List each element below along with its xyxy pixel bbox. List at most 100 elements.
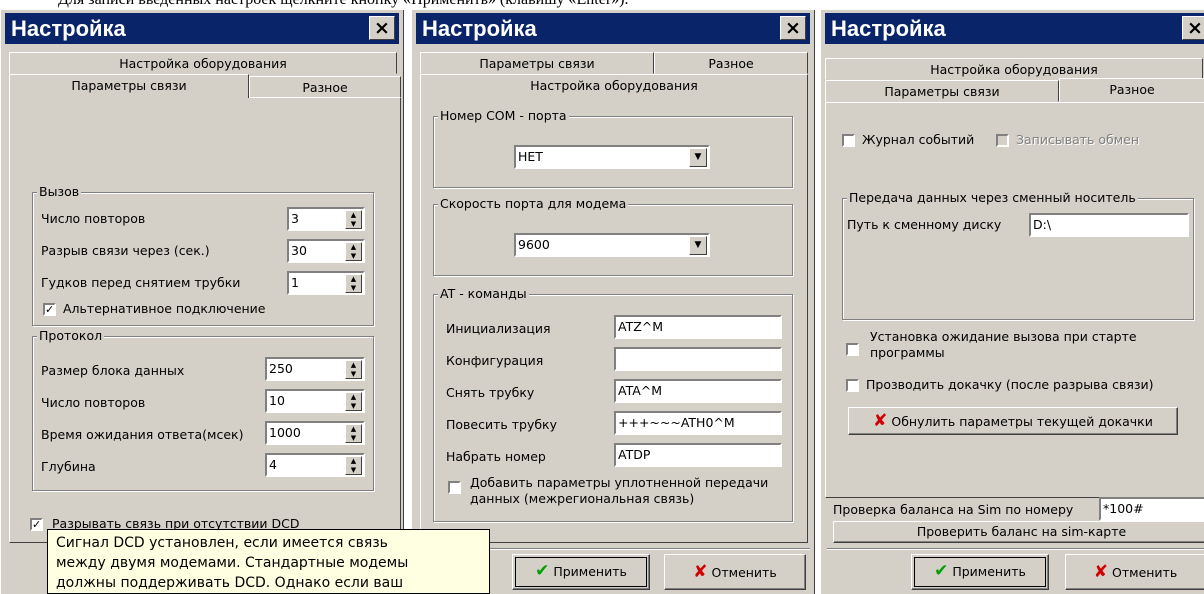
cancel-button[interactable]: ✘ Отменить xyxy=(664,554,806,590)
window-title: Настройка xyxy=(422,16,537,41)
balance-number-input[interactable]: *100# xyxy=(1099,497,1204,521)
at-commands-group-label: AT - команды xyxy=(438,286,529,302)
init-input[interactable]: ATZ^M xyxy=(614,315,782,339)
tab-misc[interactable]: Разное xyxy=(249,76,401,98)
tooltip-line: между двумя модемами. Стандартные модемы xyxy=(56,555,409,571)
config-label: Конфигурация xyxy=(446,353,544,368)
tab-panel: Журнал событий Записывать обмен Передача… xyxy=(825,102,1204,498)
spinner-arrows-icon[interactable]: ▲ ▼ xyxy=(345,274,362,293)
reset-resume-button[interactable]: ✘ Обнулить параметры текущей докачки xyxy=(848,407,1178,435)
close-icon: × xyxy=(785,17,801,39)
apply-button[interactable]: ✔ Применить xyxy=(512,554,650,590)
tab-equipment[interactable]: Настройка оборудования xyxy=(9,52,397,74)
path-label: Путь к сменному диску xyxy=(847,217,1002,232)
block-size-value: 250 xyxy=(269,361,293,376)
tab-misc[interactable]: Разное xyxy=(1059,78,1204,102)
tab-panel: Вызов Число повторов 3 ▲ ▼ Разрыв связи ч… xyxy=(9,97,401,543)
com-port-select[interactable]: НЕТ ▼ xyxy=(514,145,710,169)
com-port-group-label: Номер COM - порта xyxy=(438,108,569,124)
port-speed-group: Скорость порта для модема 9600 ▼ xyxy=(433,196,793,276)
dial-input[interactable]: ATDP xyxy=(614,443,782,467)
retries-spinner[interactable]: 3 ▲ ▼ xyxy=(287,207,365,231)
tab-connection[interactable]: Параметры связи xyxy=(9,74,249,98)
alt-connect-checkbox[interactable]: ✓ xyxy=(43,303,56,316)
call-group: Вызов Число повторов 3 ▲ ▼ Разрыв связи ч… xyxy=(32,184,374,326)
balance-label: Проверка баланса на Sim по номеру xyxy=(833,502,1074,517)
close-icon: × xyxy=(374,17,390,39)
x-icon: ✘ xyxy=(693,562,708,582)
dcd-tooltip: Сигнал DCD установлен, если имеется связ… xyxy=(47,529,490,594)
port-speed-group-label: Скорость порта для модема xyxy=(438,196,629,212)
disconnect-value: 30 xyxy=(291,243,307,258)
spinner-arrows-icon[interactable]: ▲ ▼ xyxy=(345,424,362,443)
close-button[interactable]: × xyxy=(1182,16,1204,40)
close-button[interactable]: × xyxy=(780,16,806,40)
pickup-label: Снять трубку xyxy=(446,385,535,400)
tab-misc[interactable]: Разное xyxy=(654,52,808,74)
alt-connect-label: Альтернативное подключение xyxy=(63,301,266,316)
spinner-arrows-icon[interactable]: ▲ ▼ xyxy=(345,456,362,475)
rings-value: 1 xyxy=(291,275,299,290)
port-speed-select[interactable]: 9600 ▼ xyxy=(514,233,710,257)
tab-panel: Номер COM - порта НЕТ ▼ Скорость порта д… xyxy=(420,97,808,543)
config-input[interactable] xyxy=(614,347,782,371)
wait-call-label-line1: Установка ожидание вызова при старте xyxy=(870,329,1137,344)
block-size-spinner[interactable]: 250 ▲ ▼ xyxy=(265,357,365,381)
apply-label: Применить xyxy=(952,564,1026,579)
cancel-button[interactable]: ✘ Отменить xyxy=(1065,554,1204,590)
reset-resume-label: Обнулить параметры текущей докачки xyxy=(891,414,1153,429)
disconnect-spinner[interactable]: 30 ▲ ▼ xyxy=(287,239,365,263)
tab-connection[interactable]: Параметры связи xyxy=(825,80,1059,102)
depth-value: 4 xyxy=(269,457,277,472)
spinner-arrows-icon[interactable]: ▲ ▼ xyxy=(345,210,362,229)
com-port-group: Номер COM - порта НЕТ ▼ xyxy=(433,108,793,188)
record-exchange-checkbox xyxy=(996,134,1009,147)
disconnect-label: Разрыв связи через (сек.) xyxy=(41,243,210,258)
proto-retries-spinner[interactable]: 10 ▲ ▼ xyxy=(265,389,365,413)
cancel-label: Отменить xyxy=(711,565,777,580)
timeout-spinner[interactable]: 1000 ▲ ▼ xyxy=(265,421,365,445)
settings-window-equipment: Настройка × Параметры связи Разное Настр… xyxy=(411,10,815,594)
chevron-down-icon[interactable]: ▼ xyxy=(689,236,707,255)
timeout-value: 1000 xyxy=(269,425,301,440)
cancel-label: Отменить xyxy=(1112,565,1178,580)
close-icon: × xyxy=(1187,17,1203,39)
rings-label: Гудков перед снятием трубки xyxy=(41,275,241,290)
spinner-arrows-icon[interactable]: ▲ ▼ xyxy=(345,242,362,261)
check-balance-button[interactable]: Проверить баланс на sim-карте xyxy=(833,521,1204,543)
com-port-value: НЕТ xyxy=(518,149,543,164)
init-label: Инициализация xyxy=(446,321,551,336)
apply-button[interactable]: ✔ Применить xyxy=(911,554,1049,590)
tab-equipment[interactable]: Настройка оборудования xyxy=(825,58,1203,80)
dcd-checkbox[interactable]: ✓ xyxy=(30,518,43,531)
spinner-arrows-icon[interactable]: ▲ ▼ xyxy=(345,392,362,411)
event-log-checkbox[interactable] xyxy=(842,134,855,147)
depth-spinner[interactable]: 4 ▲ ▼ xyxy=(265,453,365,477)
hangup-input[interactable]: +++~~~ATH0^M xyxy=(614,411,782,435)
proto-retries-value: 10 xyxy=(269,393,285,408)
depth-label: Глубина xyxy=(41,459,96,474)
pickup-input[interactable]: ATA^M xyxy=(614,379,782,403)
event-log-label: Журнал событий xyxy=(862,132,975,147)
settings-window-connection: Настройка × Настройка оборудования Парам… xyxy=(0,10,404,594)
wait-call-checkbox[interactable] xyxy=(846,343,859,356)
spinner-arrows-icon[interactable]: ▲ ▼ xyxy=(345,360,362,379)
timeout-label: Время ожидания ответа(мсек) xyxy=(41,427,244,442)
resume-checkbox[interactable] xyxy=(846,379,859,392)
check-icon: ✔ xyxy=(934,561,949,581)
close-button[interactable]: × xyxy=(369,16,395,40)
at-commands-group: AT - команды Инициализация ATZ^M Конфигу… xyxy=(433,286,793,522)
retries-label: Число повторов xyxy=(41,211,146,226)
dial-label: Набрать номер xyxy=(446,449,546,464)
path-input[interactable]: D:\ xyxy=(1029,213,1189,237)
tooltip-line: должны поддерживать DCD. Однако если ваш xyxy=(56,575,404,591)
chevron-down-icon[interactable]: ▼ xyxy=(689,148,707,167)
tab-connection[interactable]: Параметры связи xyxy=(420,52,654,74)
tab-equipment[interactable]: Настройка оборудования xyxy=(420,74,808,98)
rings-spinner[interactable]: 1 ▲ ▼ xyxy=(287,271,365,295)
removable-media-group-label: Передача данных через сменный носитель xyxy=(847,190,1138,206)
title-bar: Настройка × xyxy=(825,13,1204,44)
add-params-checkbox[interactable] xyxy=(448,481,461,494)
port-speed-value: 9600 xyxy=(518,237,550,252)
proto-retries-label: Число повторов xyxy=(41,395,146,410)
